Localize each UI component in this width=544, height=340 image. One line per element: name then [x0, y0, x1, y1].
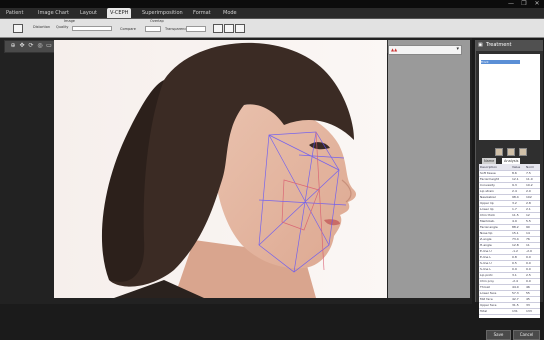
- copy-icon[interactable]: [495, 148, 503, 156]
- cancel-button[interactable]: Cancel: [513, 330, 540, 340]
- image-list[interactable]: Front: [479, 54, 540, 140]
- rotate-icon[interactable]: ⟳: [27, 42, 35, 50]
- measure-icon[interactable]: ▭: [45, 42, 53, 50]
- view-dropdown[interactable]: ▲▲ ▾: [388, 45, 462, 55]
- menu-format[interactable]: Format: [193, 8, 211, 18]
- cell-norm: 133: [526, 309, 532, 313]
- menu-superimposition[interactable]: Superimposition: [142, 8, 183, 18]
- menu-mode[interactable]: Mode: [223, 8, 237, 18]
- maximize-icon[interactable]: ❐: [521, 1, 527, 7]
- group-overlap-label: Overlap: [150, 19, 164, 23]
- minimize-icon[interactable]: —: [508, 1, 514, 7]
- layout-icon[interactable]: [13, 24, 23, 33]
- export-icon[interactable]: [519, 148, 527, 156]
- menu-patient[interactable]: Patient: [6, 8, 23, 18]
- option-transparency[interactable]: Transparency: [165, 27, 188, 32]
- cell-value: 131: [512, 309, 518, 313]
- panel-header: ▣ Treatment: [476, 40, 543, 51]
- screen-icon[interactable]: [224, 24, 234, 33]
- monitor-icon[interactable]: [235, 24, 245, 33]
- treatment-panel: ▣ Treatment Front Name Analysis Descript…: [475, 40, 543, 340]
- center-icon[interactable]: ◎: [36, 42, 44, 50]
- close-icon[interactable]: ✕: [534, 1, 540, 7]
- option-compare[interactable]: Compare: [120, 27, 136, 32]
- menu-vceph[interactable]: V-CEPH: [107, 8, 132, 18]
- ribbon-toolbar: Image Distortion Quality Overlap Compare…: [0, 19, 544, 38]
- list-item[interactable]: Front: [481, 60, 520, 64]
- cell-description: Total: [480, 309, 488, 313]
- display-icon[interactable]: [213, 24, 223, 33]
- marker-icon: ▲▲: [391, 47, 398, 52]
- option-quality[interactable]: Quality: [56, 25, 69, 30]
- menu-image-chart[interactable]: Image Chart: [38, 8, 69, 18]
- menu-bar: Patient Image Chart Layout V-CEPH Superi…: [0, 8, 544, 19]
- move-icon[interactable]: ✥: [18, 42, 26, 50]
- face-photo[interactable]: [54, 40, 387, 298]
- title-bar: — ❐ ✕: [0, 0, 544, 8]
- option-distortion[interactable]: Distortion: [33, 25, 50, 30]
- panel-collapse-icon[interactable]: ▣: [478, 40, 483, 51]
- analysis-table[interactable]: Description Value Norm Soft tissue 8.6 7.5…: [479, 164, 540, 318]
- chevron-down-icon: ▾: [456, 46, 459, 52]
- transparency-slider[interactable]: [186, 26, 206, 32]
- view-gray-area: [388, 40, 470, 298]
- panel-title: Treatment: [486, 42, 512, 48]
- paste-icon[interactable]: [507, 148, 515, 156]
- quality-slider[interactable]: [72, 26, 112, 31]
- zoom-icon[interactable]: ⊕: [9, 42, 17, 50]
- table-row[interactable]: Total 131 133: [479, 308, 540, 315]
- face-profile-image: [54, 40, 387, 298]
- menu-layout[interactable]: Layout: [80, 8, 97, 18]
- save-button[interactable]: Save: [486, 330, 511, 340]
- group-image-label: Image: [64, 19, 75, 23]
- compare-dropdown[interactable]: [145, 26, 161, 32]
